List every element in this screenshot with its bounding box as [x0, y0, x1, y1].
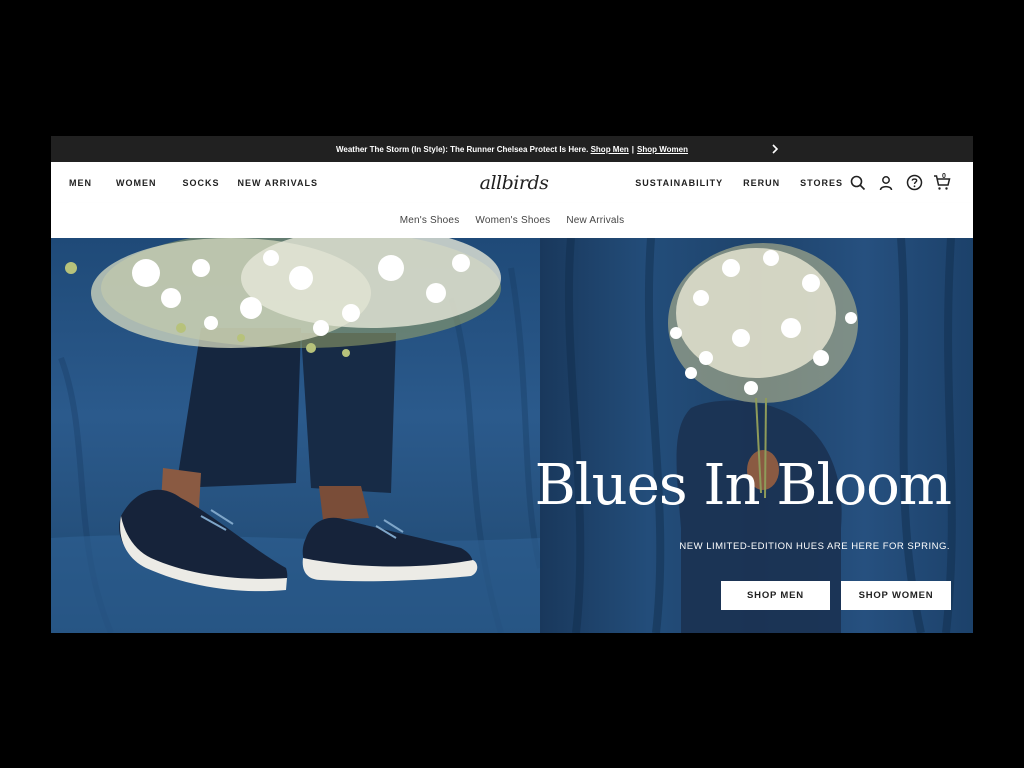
- hero-illustration: [51, 238, 956, 633]
- secondary-nav: SUSTAINABILITY RERUN STORES: [615, 162, 843, 203]
- nav-rerun[interactable]: RERUN: [743, 178, 780, 188]
- hero-subtitle: NEW LIMITED-EDITION HUES ARE HERE FOR SP…: [679, 541, 950, 552]
- subnav-new-arrivals[interactable]: New Arrivals: [566, 215, 624, 226]
- nav-sustainability[interactable]: SUSTAINABILITY: [635, 178, 723, 188]
- search-icon[interactable]: [849, 174, 867, 192]
- subnav-womens-shoes[interactable]: Women's Shoes: [475, 215, 550, 226]
- nav-men[interactable]: MEN: [69, 178, 92, 188]
- allbirds-logo[interactable]: allbirds: [479, 170, 549, 196]
- sub-navigation: Men's Shoes Women's Shoes New Arrivals: [51, 203, 973, 238]
- shop-women-button[interactable]: SHOP WOMEN: [841, 581, 951, 610]
- hero-banner: Blues In Bloom NEW LIMITED-EDITION HUES …: [51, 238, 973, 633]
- header-icons: 0: [839, 162, 951, 203]
- nav-socks[interactable]: SOCKS: [183, 178, 220, 188]
- announcement-separator: |: [631, 144, 635, 154]
- chevron-right-icon[interactable]: [769, 142, 781, 156]
- site-header: MEN WOMEN SOCKS NEW ARRIVALS allbirds SU…: [51, 162, 973, 204]
- cart-count: 0: [942, 172, 946, 180]
- announcement-bar: Weather The Storm (In Style): The Runner…: [51, 136, 973, 162]
- shop-men-button[interactable]: SHOP MEN: [721, 581, 830, 610]
- announcement-shop-women-link[interactable]: Shop Women: [637, 145, 688, 154]
- help-icon[interactable]: [905, 174, 923, 192]
- nav-stores[interactable]: STORES: [800, 178, 843, 188]
- cart-icon[interactable]: 0: [933, 172, 951, 192]
- primary-nav: MEN WOMEN SOCKS NEW ARRIVALS: [69, 162, 338, 203]
- nav-women[interactable]: WOMEN: [116, 178, 157, 188]
- account-icon[interactable]: [877, 174, 895, 192]
- page-frame: Weather The Storm (In Style): The Runner…: [51, 136, 973, 633]
- announcement-text: Weather The Storm (In Style): The Runner…: [335, 144, 589, 154]
- nav-new-arrivals[interactable]: NEW ARRIVALS: [238, 178, 319, 188]
- announcement-shop-men-link[interactable]: Shop Men: [591, 145, 629, 154]
- subnav-mens-shoes[interactable]: Men's Shoes: [400, 215, 460, 226]
- hero-title: Blues In Bloom: [534, 453, 952, 518]
